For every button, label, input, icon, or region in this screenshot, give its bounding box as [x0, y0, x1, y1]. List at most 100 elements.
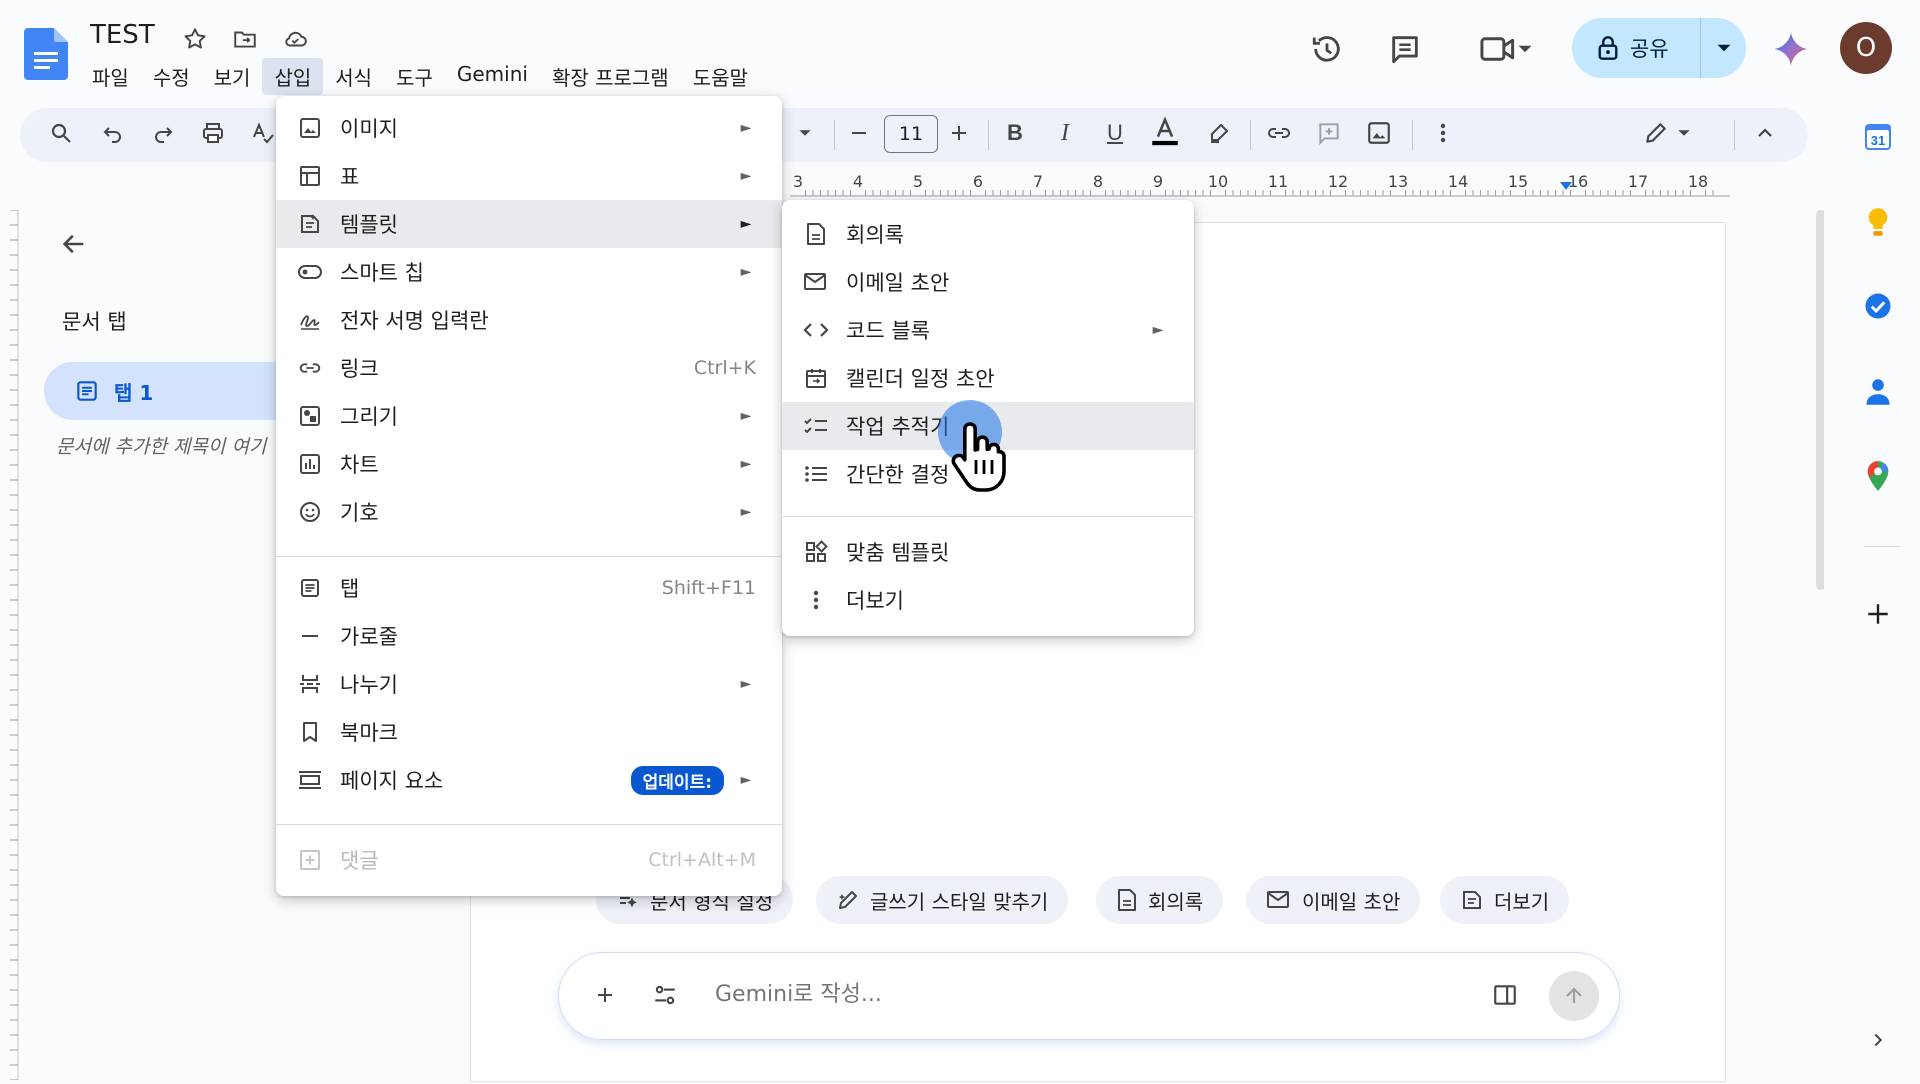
- add-icon[interactable]: [581, 971, 629, 1019]
- horizontal-ruler[interactable]: 3 4 5 6 7 8 9 10 11 12 13 14 15 16 17 18: [790, 168, 1730, 198]
- document-icon: [1118, 889, 1136, 911]
- template-item-email-draft[interactable]: 이메일 초안: [782, 258, 1194, 306]
- template-item-more[interactable]: 더보기: [782, 576, 1194, 624]
- insert-menu-item-table[interactable]: 표 ►: [276, 152, 782, 200]
- share-button[interactable]: 공유: [1572, 18, 1746, 78]
- ruler-label: 5: [912, 172, 924, 191]
- menu-file[interactable]: 파일: [80, 58, 141, 95]
- insert-menu-item-page-elements[interactable]: 페이지 요소 업데이트: ►: [276, 756, 782, 804]
- menu-format[interactable]: 서식: [323, 58, 384, 95]
- menu-item-label: 캘린더 일정 초안: [846, 367, 995, 391]
- insert-menu-item-signature[interactable]: 전자 서명 입력란: [276, 296, 782, 344]
- undo-icon[interactable]: [94, 114, 132, 152]
- add-addon-icon[interactable]: [1858, 594, 1898, 634]
- move-folder-icon[interactable]: [228, 22, 262, 56]
- version-history-icon[interactable]: [1306, 28, 1348, 70]
- insert-link-icon[interactable]: [1260, 114, 1298, 152]
- calendar-day: 31: [1871, 133, 1885, 148]
- back-arrow-icon[interactable]: [54, 224, 94, 264]
- panel-hint-text: 문서에 추가한 제목이 여기: [56, 436, 267, 458]
- maps-icon[interactable]: [1858, 456, 1898, 496]
- calendar-icon[interactable]: 31: [1858, 116, 1898, 156]
- expand-panel-chevron-icon[interactable]: [1858, 1020, 1898, 1060]
- tasks-icon[interactable]: [1858, 286, 1898, 326]
- menu-item-label: 탭: [340, 577, 360, 601]
- insert-menu-item-drawing[interactable]: 그리기 ►: [276, 392, 782, 440]
- cloud-saved-icon[interactable]: [278, 22, 312, 56]
- insert-menu-item-link[interactable]: 링크 Ctrl+K: [276, 344, 782, 392]
- template-item-meeting-notes[interactable]: 회의록: [782, 210, 1194, 258]
- italic-icon[interactable]: I: [1046, 114, 1084, 152]
- insert-menu-item-horizontal-line[interactable]: 가로줄: [276, 612, 782, 660]
- tune-settings-icon[interactable]: [641, 971, 689, 1019]
- menu-gemini[interactable]: Gemini: [445, 58, 540, 95]
- menu-item-label: 템플릿: [340, 213, 398, 237]
- document-title[interactable]: TEST: [90, 20, 155, 50]
- toolbar-separator: [1412, 120, 1413, 150]
- tab-document-icon: [77, 381, 97, 401]
- insert-menu-item-break[interactable]: 나누기 ►: [276, 660, 782, 708]
- underline-icon[interactable]: U: [1096, 114, 1134, 152]
- insert-menu-item-tab[interactable]: 탭 Shift+F11: [276, 564, 782, 612]
- menu-item-label: 표: [340, 165, 360, 189]
- gemini-chip-more[interactable]: 더보기: [1440, 876, 1570, 924]
- share-dropdown[interactable]: [1701, 40, 1746, 56]
- menu-item-label: 맞춤 템플릿: [846, 541, 950, 565]
- toolbar-separator: [1250, 120, 1251, 150]
- meet-icon[interactable]: [1468, 28, 1544, 70]
- more-options-icon[interactable]: [1424, 114, 1462, 152]
- menu-item-label: 회의록: [846, 223, 904, 247]
- menu-item-label: 차트: [340, 453, 379, 477]
- increase-font-size-icon[interactable]: [940, 114, 978, 152]
- text-color-icon[interactable]: [1146, 112, 1184, 150]
- decrease-font-size-icon[interactable]: [840, 114, 878, 152]
- insert-image-icon[interactable]: [1360, 114, 1398, 152]
- search-menus-icon[interactable]: [42, 114, 80, 152]
- gemini-chip-style[interactable]: 글쓰기 스타일 맞추기: [816, 876, 1069, 924]
- print-icon[interactable]: [194, 114, 232, 152]
- hide-menus-chevron-up-icon[interactable]: [1746, 114, 1784, 152]
- insert-menu-item-comment[interactable]: 댓글 Ctrl+Alt+M: [276, 836, 782, 884]
- menu-insert[interactable]: 삽입: [262, 58, 324, 95]
- share-main[interactable]: 공유: [1572, 18, 1700, 78]
- menu-tools[interactable]: 도구: [384, 58, 445, 95]
- gemini-spark-icon[interactable]: [1770, 28, 1812, 70]
- side-panel-toggle-icon[interactable]: [1481, 971, 1529, 1019]
- menu-edit[interactable]: 수정: [141, 58, 202, 95]
- gemini-chip-email-draft[interactable]: 이메일 초안: [1246, 876, 1421, 924]
- insert-menu-item-image[interactable]: 이미지 ►: [276, 104, 782, 152]
- redo-icon[interactable]: [144, 114, 182, 152]
- highlight-icon[interactable]: [1200, 114, 1238, 152]
- menu-extensions[interactable]: 확장 프로그램: [540, 58, 681, 95]
- gemini-input[interactable]: [713, 981, 1237, 1008]
- insert-menu-item-template[interactable]: 템플릿 ►: [276, 200, 782, 248]
- font-dropdown-icon[interactable]: [786, 114, 824, 152]
- hand-pointer-cursor-icon: [951, 422, 1006, 492]
- menu-help[interactable]: 도움말: [681, 58, 760, 95]
- gemini-chip-meeting-notes[interactable]: 회의록: [1096, 876, 1224, 924]
- menu-item-label: 코드 블록: [846, 319, 930, 343]
- comments-icon[interactable]: [1384, 28, 1426, 70]
- vertical-ruler[interactable]: [0, 209, 20, 1081]
- font-size-input[interactable]: 11: [884, 115, 938, 153]
- template-item-code-block[interactable]: 코드 블록 ►: [782, 306, 1194, 354]
- contacts-icon[interactable]: [1858, 372, 1898, 412]
- menu-view[interactable]: 보기: [202, 58, 263, 95]
- send-arrow-icon[interactable]: [1549, 971, 1599, 1021]
- avatar[interactable]: O: [1840, 22, 1892, 74]
- editing-mode-icon[interactable]: [1632, 114, 1702, 152]
- insert-menu-item-smart-chip[interactable]: 스마트 칩 ►: [276, 248, 782, 296]
- template-item-calendar-draft[interactable]: 캘린더 일정 초안: [782, 354, 1194, 402]
- bold-icon[interactable]: B: [996, 114, 1034, 152]
- menu-item-shortcut: Shift+F11: [661, 577, 756, 599]
- submenu-arrow-icon: ►: [1152, 322, 1164, 338]
- menu-item-label: 북마크: [340, 721, 398, 745]
- insert-menu-item-chart[interactable]: 차트 ►: [276, 440, 782, 488]
- keep-icon[interactable]: [1858, 202, 1898, 242]
- docs-logo-icon[interactable]: [24, 28, 68, 80]
- star-icon[interactable]: [178, 22, 212, 56]
- add-comment-icon[interactable]: [1310, 114, 1348, 152]
- template-item-custom-template[interactable]: 맞춤 템플릿: [782, 528, 1194, 576]
- insert-menu-item-symbols[interactable]: 기호 ►: [276, 488, 782, 536]
- insert-menu-item-bookmark[interactable]: 북마크: [276, 708, 782, 756]
